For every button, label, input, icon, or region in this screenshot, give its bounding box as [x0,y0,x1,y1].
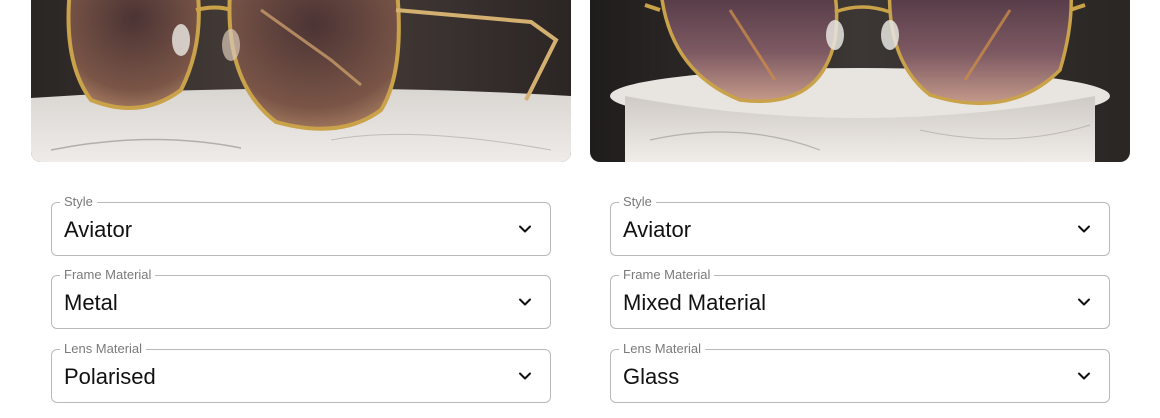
field-value: Metal [64,290,118,315]
field-label: Frame Material [619,268,715,282]
left-frame-material-dropdown[interactable]: Frame Material Metal [51,268,551,329]
chevron-down-icon[interactable] [1077,222,1091,236]
field-value: Aviator [64,217,133,242]
field-value: Mixed Material [623,290,767,315]
chevron-down-icon[interactable] [518,295,532,309]
left-lens-material-dropdown[interactable]: Lens Material Polarised [51,342,551,403]
field-value: Glass [623,364,680,389]
field-label: Lens Material [60,342,147,356]
left-style-dropdown[interactable]: Style Aviator [51,195,551,256]
field-label: Style [60,195,97,209]
sunglasses-photo [31,0,571,162]
right-style-dropdown[interactable]: Style Aviator [610,195,1110,256]
sunglasses-photo [590,0,1130,162]
product-image [31,0,571,162]
product-image [590,0,1130,162]
product-card-right [590,0,1130,162]
product-card-left [31,0,571,162]
chevron-down-icon[interactable] [1077,295,1091,309]
chevron-down-icon[interactable] [1077,369,1091,383]
field-value: Aviator [623,217,692,242]
chevron-down-icon[interactable] [518,222,532,236]
right-lens-material-dropdown[interactable]: Lens Material Glass [610,342,1110,403]
field-label: Lens Material [619,342,706,356]
field-value: Polarised [64,364,156,389]
field-label: Style [619,195,656,209]
field-label: Frame Material [60,268,156,282]
chevron-down-icon[interactable] [518,369,532,383]
right-frame-material-dropdown[interactable]: Frame Material Mixed Material [610,268,1110,329]
